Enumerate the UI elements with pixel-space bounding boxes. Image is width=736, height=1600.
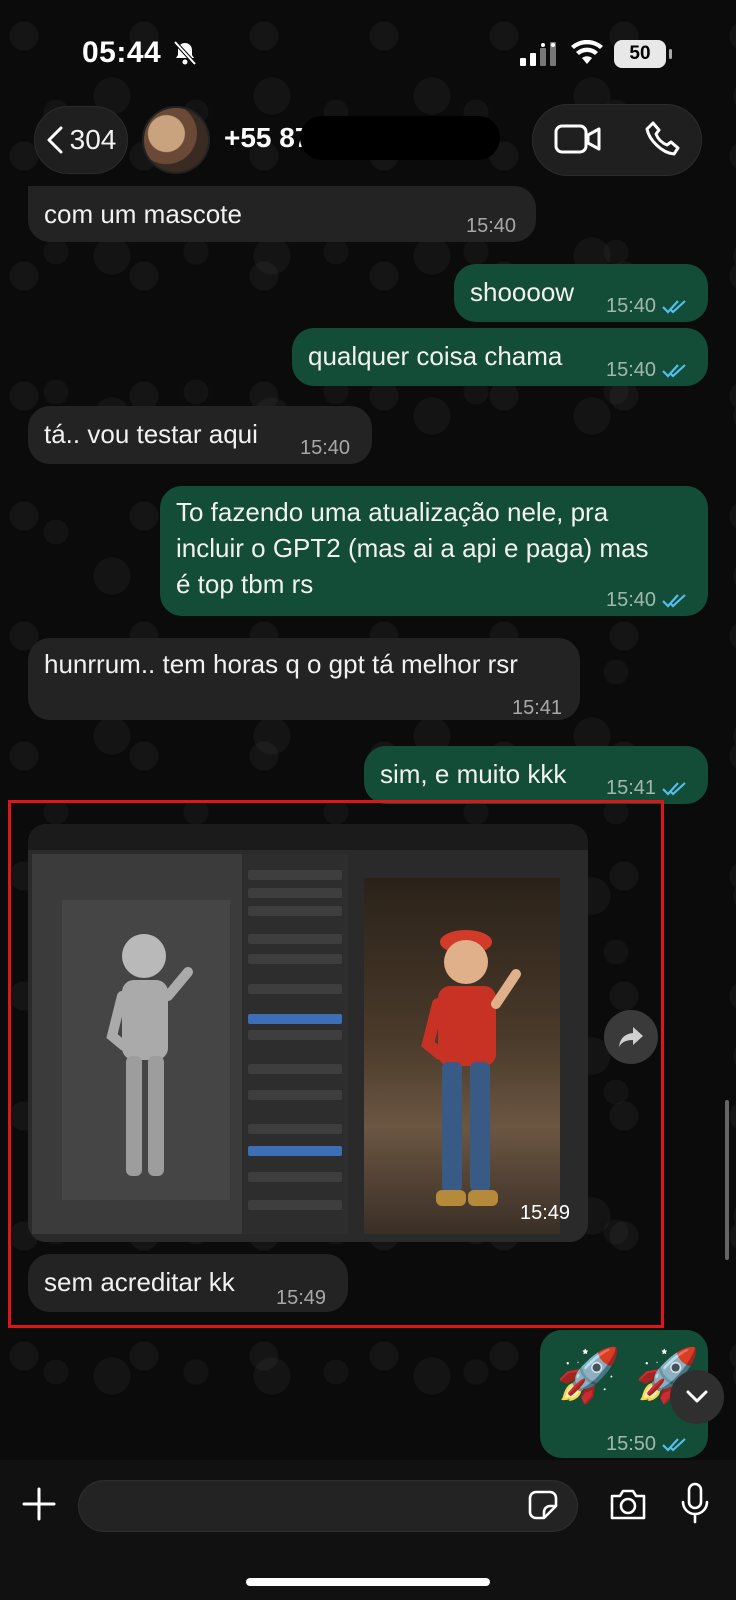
plus-icon[interactable] xyxy=(20,1485,58,1523)
screenshot-menubar xyxy=(28,824,588,850)
message-time: 15:50 xyxy=(606,1426,688,1462)
message-text: com um mascote xyxy=(44,199,242,229)
screenshot-side-panel xyxy=(242,854,348,1234)
read-ticks-icon xyxy=(662,300,686,314)
image-timestamp: 15:49 xyxy=(520,1202,571,1224)
message-text: sem acreditar kk xyxy=(44,1267,235,1297)
back-button[interactable]: 304 xyxy=(34,106,128,174)
message-bubble-out[interactable]: sim, e muito kkk 15:41 xyxy=(364,746,708,804)
image-message[interactable] xyxy=(28,824,588,1242)
scroll-to-bottom-button[interactable] xyxy=(670,1370,724,1424)
sticker-icon[interactable] xyxy=(526,1488,560,1522)
message-input[interactable] xyxy=(78,1480,578,1532)
status-bar: 05:44 50 xyxy=(0,0,736,100)
contact-name[interactable]: +55 87 xyxy=(224,122,310,154)
signal-icon xyxy=(520,42,556,66)
message-bubble-out[interactable]: qualquer coisa chama 15:40 xyxy=(292,328,708,386)
phone-call-icon[interactable] xyxy=(644,120,682,158)
message-bubble-in[interactable]: hunrrum.. tem horas q o gpt tá melhor rs… xyxy=(28,638,580,720)
message-bubble-in[interactable]: tá.. vou testar aqui 15:40 xyxy=(28,406,372,464)
mascot-figure xyxy=(421,930,521,1206)
bell-off-icon xyxy=(173,40,197,66)
chevron-left-icon xyxy=(47,126,63,154)
status-time: 05:44 xyxy=(82,36,162,69)
read-ticks-icon xyxy=(662,594,686,608)
message-text: shoooow xyxy=(470,277,575,307)
message-time: 15:49 xyxy=(276,1287,327,1309)
wifi-icon xyxy=(571,40,603,64)
message-time: 15:40 xyxy=(606,582,688,618)
message-time: 15:40 xyxy=(606,352,688,388)
redaction-mark xyxy=(300,116,500,160)
read-ticks-icon xyxy=(662,782,686,796)
video-call-icon[interactable] xyxy=(554,122,602,156)
message-text: hunrrum.. tem horas q o gpt tá melhor rs… xyxy=(44,649,518,679)
message-text: sim, e muito kkk xyxy=(380,759,567,789)
chevron-down-icon xyxy=(686,1390,708,1403)
forward-button[interactable] xyxy=(604,1010,658,1064)
message-bubble-out[interactable]: shoooow 15:40 xyxy=(454,264,708,322)
microphone-icon[interactable] xyxy=(680,1482,710,1524)
read-ticks-icon xyxy=(662,1438,686,1452)
forward-icon xyxy=(619,1027,643,1047)
message-time: 15:40 xyxy=(300,437,351,459)
message-time: 15:41 xyxy=(512,697,563,719)
message-text: qualquer coisa chama xyxy=(308,341,563,371)
message-time: 15:40 xyxy=(466,215,517,237)
message-text: tá.. vou testar aqui xyxy=(44,419,258,449)
scrollbar-thumb[interactable] xyxy=(725,1100,729,1260)
message-time: 15:40 xyxy=(606,288,688,324)
read-ticks-icon xyxy=(662,364,686,378)
home-indicator xyxy=(246,1578,490,1586)
battery-icon: 50 xyxy=(614,40,672,68)
message-bubble-in[interactable]: sem acreditar kk 15:49 xyxy=(28,1254,348,1312)
camera-icon[interactable] xyxy=(608,1486,648,1522)
gray-model-figure xyxy=(106,934,193,1176)
message-bubble-out[interactable]: To fazendo uma atualização nele, pra inc… xyxy=(160,486,708,616)
message-bubble-in[interactable]: com um mascote 15:40 xyxy=(28,186,536,242)
unread-count: 304 xyxy=(69,124,117,155)
contact-avatar[interactable] xyxy=(142,106,210,174)
